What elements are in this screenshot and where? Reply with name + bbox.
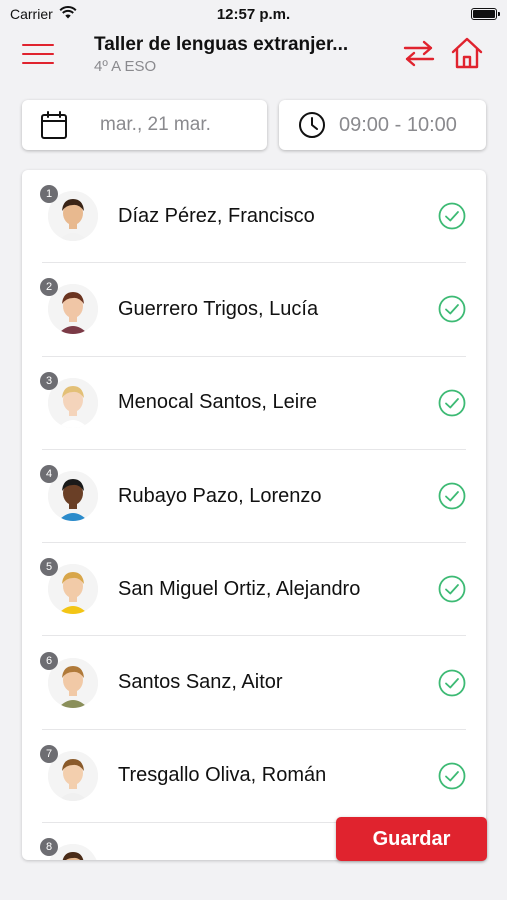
student-number-badge: 3 — [40, 371, 58, 390]
student-list: 1 Díaz Pérez, Francisco 2 Guerrero Trigos, … — [22, 170, 486, 860]
check-circle-icon[interactable] — [438, 295, 466, 323]
home-button[interactable] — [450, 36, 484, 70]
student-name: Tresgallo Oliva, Román — [118, 764, 327, 787]
student-name: Díaz Pérez, Francisco — [118, 204, 315, 227]
avatar-wrap: 6 — [40, 651, 98, 708]
battery-icon — [471, 8, 500, 20]
date-value: mar., 21 mar. — [100, 114, 211, 135]
title-block: Taller de lenguas extranjer... 4º A ESO — [94, 34, 384, 75]
check-circle-icon[interactable] — [438, 575, 466, 603]
student-name: San Miguel Ortiz, Alejandro — [118, 577, 361, 600]
student-number-badge: 7 — [40, 744, 58, 763]
home-icon — [451, 37, 483, 69]
avatar-wrap: 8 — [40, 838, 98, 860]
time-range-value: 09:00 - 10:00 — [339, 113, 457, 136]
swap-arrows-icon — [403, 40, 435, 67]
student-row[interactable]: 3 Menocal Santos, Leire — [40, 357, 466, 450]
avatar-wrap: 3 — [40, 371, 98, 428]
check-circle-icon[interactable] — [438, 482, 466, 510]
student-name: Santos Sanz, Aitor — [118, 671, 283, 694]
student-row[interactable]: 4 Rubayo Pazo, Lorenzo — [40, 450, 466, 544]
nav-bar: Taller de lenguas extranjer... 4º A ESO — [0, 28, 507, 80]
time-picker[interactable]: 09:00 - 10:00 — [279, 100, 486, 150]
check-circle-icon[interactable] — [438, 389, 466, 417]
student-row[interactable]: 1 Díaz Pérez, Francisco — [40, 170, 466, 264]
student-row[interactable]: 5 San Miguel Ortiz, Alejandro — [40, 543, 466, 637]
avatar-wrap: 2 — [40, 278, 98, 335]
student-number-badge: 6 — [40, 651, 58, 670]
avatar-wrap: 1 — [40, 185, 98, 242]
page-title: Taller de lenguas extranjer... — [94, 33, 349, 55]
date-picker[interactable]: mar., 21 mar. — [22, 100, 267, 150]
student-number-badge: 4 — [40, 465, 58, 484]
check-circle-icon[interactable] — [438, 669, 466, 697]
page-subtitle: 4º A ESO — [94, 57, 157, 75]
avatar-wrap: 7 — [40, 744, 98, 801]
save-button[interactable]: Guardar — [336, 817, 487, 861]
menu-button[interactable] — [22, 34, 62, 74]
swap-button[interactable] — [402, 38, 436, 68]
student-row[interactable]: 2 Guerrero Trigos, Lucía — [40, 263, 466, 357]
avatar-wrap: 4 — [40, 465, 98, 522]
calendar-icon — [41, 111, 67, 139]
clock-icon — [299, 112, 325, 138]
student-name: Rubayo Pazo, Lorenzo — [118, 484, 322, 507]
student-name: Guerrero Trigos, Lucía — [118, 297, 319, 320]
check-circle-icon[interactable] — [438, 202, 466, 230]
wifi-icon — [59, 6, 77, 22]
filter-row: mar., 21 mar. 09:00 - 10:00 — [22, 100, 486, 150]
status-bar: Carrier 12:57 p.m. — [0, 0, 507, 28]
student-row[interactable]: 7 Tresgallo Oliva, Román — [40, 730, 466, 824]
student-name: Menocal Santos, Leire — [118, 391, 318, 414]
student-row[interactable]: 6 Santos Sanz, Aitor — [40, 636, 466, 730]
check-circle-icon[interactable] — [438, 762, 466, 790]
carrier-label: Carrier — [10, 6, 53, 22]
avatar-wrap: 5 — [40, 558, 98, 615]
hamburger-icon — [22, 44, 54, 46]
status-left: Carrier — [10, 6, 77, 22]
